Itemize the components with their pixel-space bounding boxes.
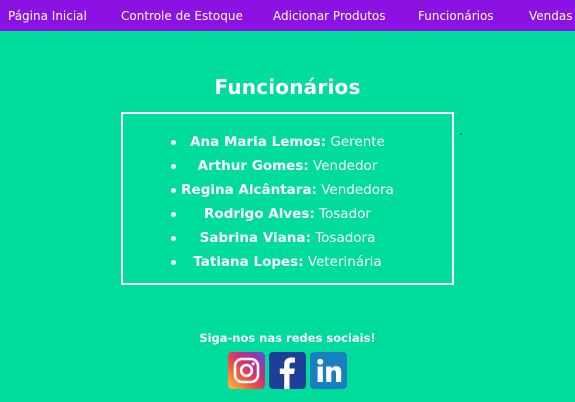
staff-list: Ana Maria Lemos: Gerente Arthur Gomes: V… xyxy=(123,114,452,274)
bullet-icon xyxy=(171,212,176,217)
bullet-icon xyxy=(171,188,176,193)
social-title: Siga-nos nas redes sociais! xyxy=(199,331,376,345)
bullet-icon xyxy=(171,236,176,241)
nav-link-funcionarios[interactable]: Funcionários xyxy=(418,9,494,23)
staff-name: Regina Alcântara: xyxy=(181,182,317,198)
staff-role: Tosador xyxy=(314,206,371,222)
staff-role: Vendedor xyxy=(308,158,378,174)
bullet-icon xyxy=(171,140,176,145)
nav-link-adicionar-produtos[interactable]: Adicionar Produtos xyxy=(273,9,386,23)
staff-role: Veterinária xyxy=(303,254,382,270)
staff-role: Gerente xyxy=(326,134,385,150)
staff-name: Arthur Gomes: xyxy=(197,158,309,174)
staff-item: Arthur Gomes: Vendedor xyxy=(123,154,452,178)
nav-link-vendas[interactable]: Vendas xyxy=(529,9,573,23)
stray-dot xyxy=(460,133,462,135)
linkedin-icon[interactable] xyxy=(310,352,347,389)
staff-name: Rodrigo Alves: xyxy=(204,206,315,222)
facebook-icon[interactable] xyxy=(269,352,306,389)
staff-name: Ana Maria Lemos: xyxy=(190,134,327,150)
top-navbar: Página Inicial Controle de Estoque Adici… xyxy=(0,0,575,31)
staff-box: Ana Maria Lemos: Gerente Arthur Gomes: V… xyxy=(121,112,454,285)
staff-item: Regina Alcântara: Vendedora xyxy=(123,178,452,202)
staff-item: Tatiana Lopes: Veterinária xyxy=(123,250,452,274)
staff-item: Rodrigo Alves: Tosador xyxy=(123,202,452,226)
nav-link-controle-de-estoque[interactable]: Controle de Estoque xyxy=(121,9,243,23)
staff-role: Vendedora xyxy=(316,182,394,198)
social-icons-row xyxy=(228,352,347,389)
page-title: Funcionários xyxy=(214,75,361,99)
staff-name: Sabrina Viana: xyxy=(199,230,311,246)
staff-role: Tosadora xyxy=(310,230,376,246)
bullet-icon xyxy=(171,260,176,265)
bullet-icon xyxy=(171,164,176,169)
nav-link-pagina-inicial[interactable]: Página Inicial xyxy=(8,9,87,23)
staff-name: Tatiana Lopes: xyxy=(193,254,304,270)
staff-item: Sabrina Viana: Tosadora xyxy=(123,226,452,250)
staff-item: Ana Maria Lemos: Gerente xyxy=(123,130,452,154)
instagram-icon[interactable] xyxy=(228,352,265,389)
